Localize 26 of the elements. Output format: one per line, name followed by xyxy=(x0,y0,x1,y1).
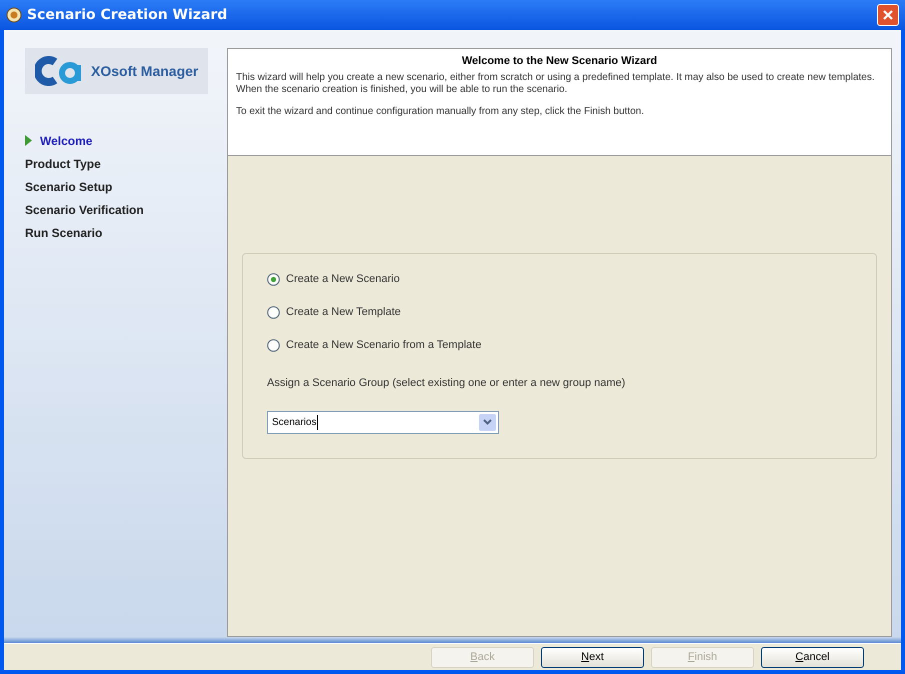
wizard-icon xyxy=(6,7,22,23)
radio-button[interactable] xyxy=(267,338,280,352)
group-combo-box[interactable]: Scenarios xyxy=(267,410,499,434)
step-label: Scenario Verification xyxy=(25,202,144,218)
radio-button[interactable] xyxy=(267,306,280,318)
radio-option[interactable]: Create a New Scenario xyxy=(267,272,852,286)
chevron-down-icon xyxy=(483,419,492,425)
close-button[interactable] xyxy=(877,4,899,26)
step-label: Welcome xyxy=(40,132,92,150)
close-icon xyxy=(882,9,894,21)
group-label: Assign a Scenario Group (select existing one or enter a new group name) xyxy=(267,376,626,391)
product-name: XOsoft Manager xyxy=(91,62,198,81)
intro-paragraph: This wizard will help you create a new scenario, either from scratch or using a predefined template. It may also be used to create new templates. When the scenario creation is finished, you will be able to run the scenario. xyxy=(236,72,876,96)
wizard-button[interactable]: Cancel xyxy=(761,646,864,668)
page-title: Welcome to the New Scenario Wizard xyxy=(460,54,658,69)
company-logo-icon xyxy=(35,56,83,86)
radio-option[interactable]: Create a New Scenario from a Template xyxy=(267,338,852,352)
wizard-button[interactable]: Next xyxy=(541,646,644,668)
radio-option[interactable]: Create a New Template xyxy=(267,305,852,319)
intro-paragraph: To exit the wizard and continue configuration manually from any step, click the Finish button. xyxy=(236,106,645,118)
radio-button[interactable] xyxy=(267,272,280,286)
step-label: Product Type xyxy=(25,156,101,172)
step-label: Scenario Setup xyxy=(25,178,112,196)
step-label: Run Scenario xyxy=(25,224,102,242)
dropdown-button[interactable] xyxy=(479,414,496,430)
window-title: Scenario Creation Wizard xyxy=(27,6,228,24)
